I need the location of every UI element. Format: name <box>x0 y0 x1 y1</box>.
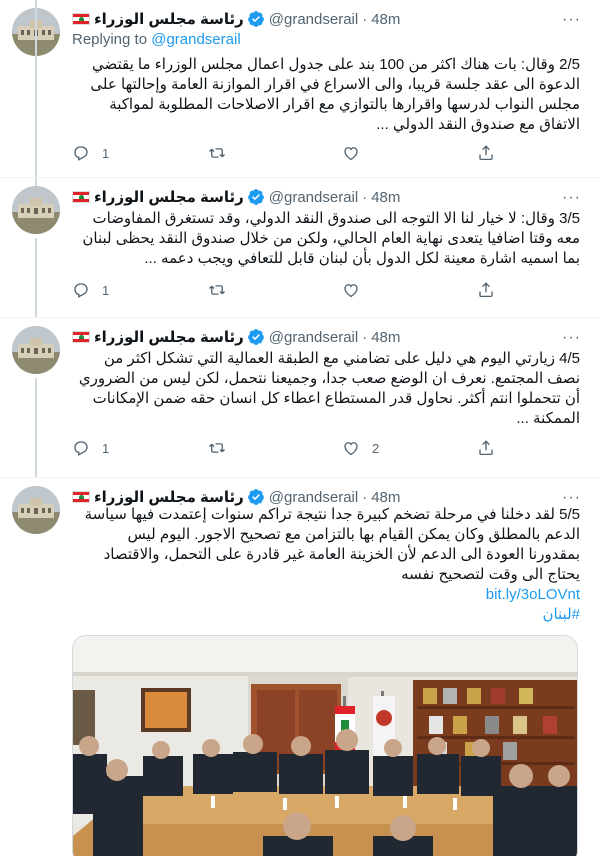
reply-button[interactable]: 1 <box>72 281 109 299</box>
tweet-actions: 1 <box>72 143 512 163</box>
timestamp[interactable]: 48m <box>371 489 400 506</box>
separator-dot: · <box>362 488 368 506</box>
reply-count: 1 <box>102 145 110 161</box>
retweet-icon <box>209 285 225 295</box>
tweet-link[interactable]: bit.ly/3oLOVnt <box>72 585 580 605</box>
display-name[interactable]: رئاسة مجلس الوزراء <box>94 188 244 206</box>
replying-to: Replying to @grandserail <box>72 31 241 48</box>
verified-badge-icon <box>247 489 264 505</box>
tweet-header: رئاسة مجلس الوزراء @grandserail · 48m <box>72 327 400 347</box>
handle[interactable]: @grandserail <box>269 189 358 206</box>
avatar[interactable] <box>12 486 60 534</box>
avatar[interactable] <box>12 326 60 374</box>
share-button[interactable] <box>477 439 495 457</box>
reply-icon <box>74 283 88 298</box>
lebanon-flag-icon <box>72 13 90 25</box>
thread-line <box>35 0 37 186</box>
tweet-header: رئاسة مجلس الوزراء @grandserail · 48m <box>72 9 400 29</box>
timestamp[interactable]: 48m <box>371 11 400 28</box>
tweet-actions: 1 <box>72 280 512 300</box>
tweet-1[interactable]: رئاسة مجلس الوزراء @grandserail · 48m ··… <box>0 0 599 178</box>
lebanon-flag-icon <box>72 491 90 503</box>
reply-count: 1 <box>102 282 110 298</box>
share-icon <box>479 282 493 298</box>
grand-serail-building-image <box>12 326 60 374</box>
tweet-3[interactable]: رئاسة مجلس الوزراء @grandserail · 48m ··… <box>0 318 599 478</box>
retweet-button[interactable] <box>208 281 238 299</box>
separator-dot: · <box>362 188 368 206</box>
handle[interactable]: @grandserail <box>269 11 358 28</box>
tweet-2[interactable]: رئاسة مجلس الوزراء @grandserail · 48m ··… <box>0 0 599 318</box>
like-button[interactable] <box>342 144 372 162</box>
reply-icon <box>74 441 88 456</box>
handle[interactable]: @grandserail <box>269 489 358 506</box>
share-icon <box>479 145 493 161</box>
retweet-icon <box>209 148 225 158</box>
reply-button[interactable]: 1 <box>72 439 109 457</box>
like-button[interactable]: 2 <box>342 439 379 457</box>
display-name[interactable]: رئاسة مجلس الوزراء <box>94 488 244 506</box>
tweet-photo[interactable] <box>72 635 578 856</box>
more-icon[interactable]: ··· <box>562 329 581 347</box>
more-icon[interactable]: ··· <box>562 189 581 207</box>
retweet-button[interactable] <box>208 439 238 457</box>
verified-badge-icon <box>247 189 264 205</box>
reply-button[interactable]: 1 <box>72 144 109 162</box>
verified-badge-icon <box>247 329 264 345</box>
thread-line <box>35 378 37 478</box>
lebanon-flag-icon <box>72 191 90 203</box>
share-button[interactable] <box>477 144 495 162</box>
meeting-photo-image <box>73 636 577 856</box>
grand-serail-building-image <box>12 186 60 234</box>
timestamp[interactable]: 48m <box>371 189 400 206</box>
more-icon[interactable]: ··· <box>562 11 581 29</box>
lebanon-flag-icon <box>72 331 90 343</box>
share-button[interactable] <box>477 281 495 299</box>
tweet-text: 5/5 لقد دخلنا في مرحلة تضخم كبيرة جدا نت… <box>84 506 580 583</box>
replying-to-label: Replying to <box>72 31 152 48</box>
tweet-header: رئاسة مجلس الوزراء @grandserail · 48m <box>72 187 400 207</box>
separator-dot: · <box>362 10 368 28</box>
timestamp[interactable]: 48m <box>371 329 400 346</box>
like-icon <box>344 442 358 456</box>
like-icon <box>344 147 358 161</box>
avatar[interactable] <box>12 186 60 234</box>
tweet-text: 4/5 زيارتي اليوم هي دليل على تضامني مع ا… <box>78 350 580 427</box>
tweet-actions: 1 2 <box>72 438 512 458</box>
tweet-divider <box>0 477 599 478</box>
verified-badge-icon <box>247 11 264 27</box>
replying-to-handle[interactable]: @grandserail <box>151 31 240 48</box>
grand-serail-building-image <box>12 486 60 534</box>
reply-icon <box>74 146 88 161</box>
separator-dot: · <box>362 328 368 346</box>
display-name[interactable]: رئاسة مجلس الوزراء <box>94 328 244 346</box>
reply-count: 1 <box>102 440 110 456</box>
tweet-header: رئاسة مجلس الوزراء @grandserail · 48m <box>72 487 400 507</box>
retweet-button[interactable] <box>208 144 238 162</box>
thread-line <box>35 238 37 318</box>
tweet-divider <box>0 317 599 318</box>
tweet-divider <box>0 177 599 178</box>
like-icon <box>344 284 358 298</box>
tweet-text: 2/5 وقال: بات هناك اكثر من 100 بند على ج… <box>90 56 580 133</box>
handle[interactable]: @grandserail <box>269 329 358 346</box>
hashtag-link[interactable]: #لبنان <box>72 605 580 625</box>
display-name[interactable]: رئاسة مجلس الوزراء <box>94 10 244 28</box>
like-button[interactable] <box>342 281 372 299</box>
retweet-icon <box>209 443 225 453</box>
like-count: 2 <box>372 440 380 456</box>
tweet-text: 3/5 وقال: لا خيار لنا الا التوجه الى صند… <box>82 210 580 267</box>
share-icon <box>479 440 493 456</box>
